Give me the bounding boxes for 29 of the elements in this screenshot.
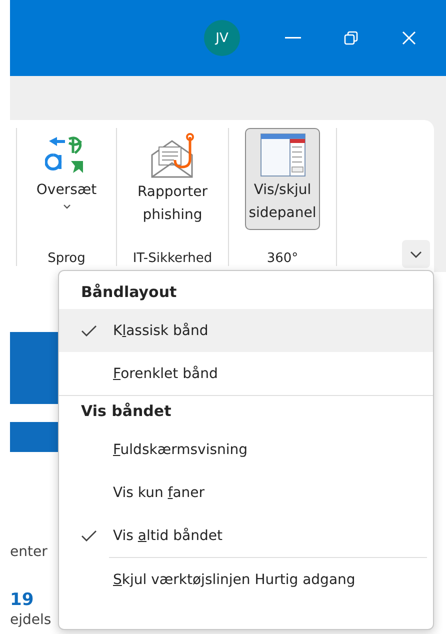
chevron-down-icon [410,250,422,258]
menu-item[interactable]: Fuldskærmsvisning [59,428,433,471]
minimize-icon [285,37,301,39]
checkmark-icon [81,530,97,542]
menu-item[interactable]: Forenklet bånd [59,352,433,395]
avatar[interactable]: JV [204,20,240,56]
group-label: Sprog [48,251,86,266]
menu-item[interactable]: Vis kun faner [59,471,433,514]
sidepanel-icon [260,133,306,177]
count-text: 19 [10,590,34,610]
close-icon [402,31,416,45]
label-text: ejdels [10,612,52,628]
ribbon-button[interactable]: Vis/skjul sidepanel [244,128,320,230]
ribbon-button[interactable]: Rapporter phishing [134,128,212,232]
restore-icon [344,31,358,45]
menu-item[interactable]: Vis altid båndet [59,514,433,557]
menu-heading: Båndlayout [80,282,178,303]
ribbon-options-button[interactable] [402,240,430,268]
menu-heading: Vis båndet [80,401,172,422]
menu-item[interactable]: Klassisk bånd [59,309,433,352]
group-label: IT-Sikkerhed [132,251,212,266]
label-text: enter [10,544,48,560]
nav-panel [10,332,58,404]
ribbon-button[interactable]: Oversæt [32,128,101,214]
menu-item[interactable]: Skjul værktøjslinjen Hurtig adgang [59,558,433,601]
nav-panel [10,422,58,452]
checkmark-icon [81,324,97,336]
group-label: 360° [266,251,298,266]
chevron-down-icon [62,204,70,209]
